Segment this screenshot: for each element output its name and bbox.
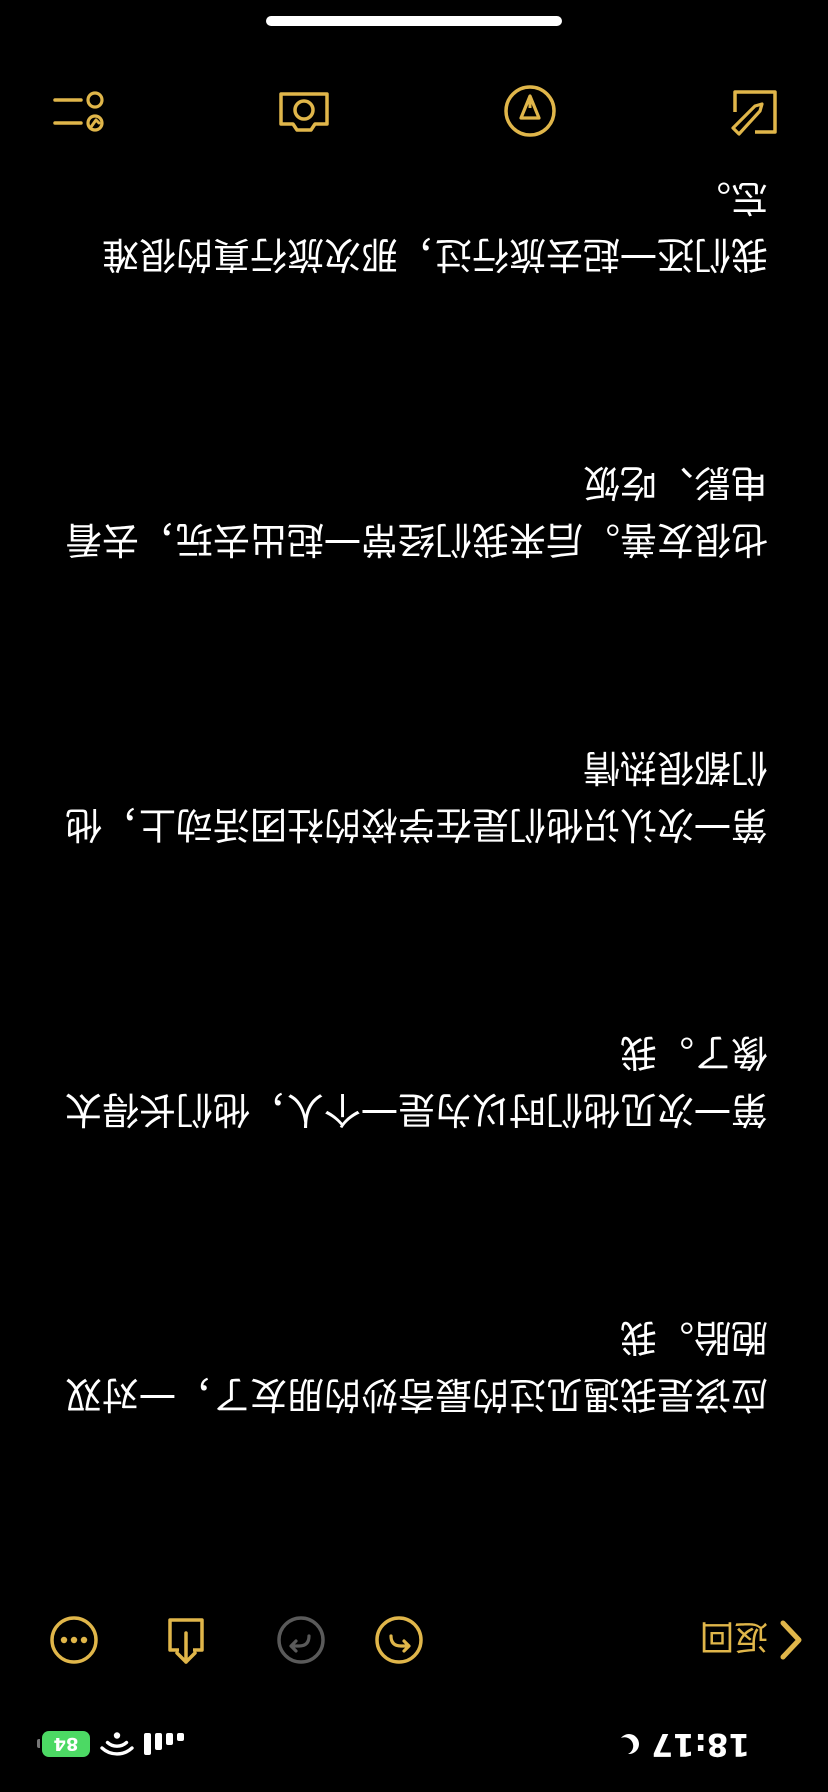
- chevron-left-icon: [780, 1620, 802, 1660]
- compose-button[interactable]: [724, 79, 788, 143]
- time-label: 18:17: [651, 1726, 750, 1762]
- markup-button[interactable]: [498, 79, 562, 143]
- note-paragraph: 我们还一起去旅行过，那次旅行真的很难忘。: [102, 176, 768, 276]
- share-button[interactable]: [154, 1608, 218, 1672]
- checklist-button[interactable]: [46, 79, 110, 143]
- more-icon: [50, 1616, 98, 1664]
- status-time: 18:17: [619, 1716, 750, 1772]
- back-button[interactable]: 返回: [700, 1608, 806, 1672]
- camera-button[interactable]: [272, 79, 336, 143]
- redo-button[interactable]: [269, 1608, 333, 1672]
- more-button[interactable]: [42, 1608, 106, 1672]
- undo-icon: [375, 1616, 423, 1664]
- battery-indicator: 84: [37, 1731, 90, 1757]
- battery-cap: [37, 1739, 40, 1748]
- wifi-icon: [100, 1732, 134, 1756]
- redo-icon: [277, 1616, 325, 1664]
- note-paragraph: 第一次认识他们是在学校的社团活动上，他们都很热情: [65, 746, 768, 846]
- navigation-toolbar: 返回: [0, 1598, 828, 1682]
- battery-level: 84: [53, 1733, 79, 1755]
- notes-screen: 18:17 84 返回 应该是我遇见过的最奇妙的朋友了，一对双胞胎。我 第一次见…: [0, 0, 828, 1792]
- note-paragraph: 也很友善。后来我们经常一起出去玩，去看电影、吃饭: [65, 461, 768, 561]
- checklist-icon: [53, 91, 104, 132]
- camera-icon: [279, 92, 329, 132]
- status-indicators: 84: [37, 1716, 184, 1772]
- home-indicator: [266, 16, 562, 26]
- note-body[interactable]: 应该是我遇见过的最奇妙的朋友了，一对双胞胎。我 第一次见他们时以为是一个人，他们…: [50, 55, 768, 1537]
- note-paragraph: 应该是我遇见过的最奇妙的朋友了，一对双胞胎。我: [65, 1316, 768, 1416]
- status-bar: 18:17 84: [0, 1704, 828, 1792]
- undo-button[interactable]: [367, 1608, 431, 1672]
- moon-icon: [621, 1734, 640, 1755]
- back-label: 返回: [700, 1616, 768, 1657]
- compose-icon: [731, 90, 777, 136]
- share-icon: [168, 1618, 204, 1664]
- markup-pen-icon: [504, 85, 556, 137]
- note-paragraph: 第一次见他们时以为是一个人，他们长得太像了。我: [65, 1031, 768, 1131]
- cellular-signal-icon: [144, 1733, 184, 1755]
- bottom-toolbar: [0, 67, 828, 157]
